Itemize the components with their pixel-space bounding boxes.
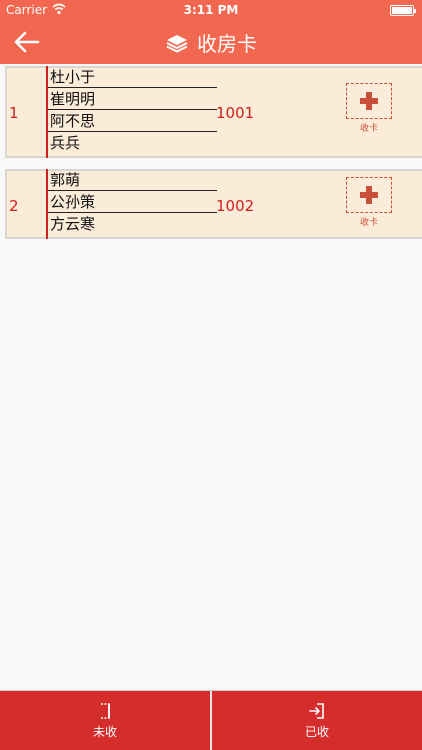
book-stack-icon bbox=[166, 35, 188, 53]
guest-list: 杜小于 崔明明 阿不思 兵兵 bbox=[48, 66, 217, 154]
guest-name: 杜小于 bbox=[48, 66, 217, 88]
guest-name: 公孙策 bbox=[48, 191, 217, 213]
guest-name: 郭萌 bbox=[48, 169, 217, 191]
receive-box bbox=[346, 83, 392, 119]
guest-name: 崔明明 bbox=[48, 88, 217, 110]
receive-card-label: 收卡 bbox=[359, 218, 378, 228]
tab-bar: 未收 已收 bbox=[0, 690, 422, 750]
plus-icon bbox=[360, 92, 378, 110]
guest-name: 阿不思 bbox=[48, 110, 217, 132]
receive-box bbox=[346, 177, 392, 213]
tab-not-received[interactable]: 未收 bbox=[0, 691, 210, 750]
battery-fill bbox=[392, 7, 412, 14]
tab-received[interactable]: 已收 bbox=[212, 691, 422, 750]
status-bar: Carrier 3:11 PM bbox=[0, 0, 422, 20]
page-title: 收房卡 bbox=[197, 31, 257, 56]
guest-name: 方云寒 bbox=[50, 215, 96, 233]
nav-bar: 收房卡 bbox=[0, 20, 422, 64]
receive-card-button[interactable]: 收卡 bbox=[344, 83, 394, 134]
clock: 3:11 PM bbox=[183, 3, 239, 17]
battery-icon bbox=[390, 5, 416, 16]
nav-title-group: 收房卡 bbox=[0, 20, 422, 64]
card-enter-icon bbox=[309, 703, 324, 719]
guest-list: 郭萌 公孙策 方云寒 bbox=[48, 169, 217, 235]
receive-card-label: 收卡 bbox=[359, 124, 378, 134]
room-row: 1 杜小于 崔明明 阿不思 兵兵 1001 收卡 bbox=[5, 66, 422, 158]
room-row: 2 郭萌 公孙策 方云寒 1002 收卡 bbox=[5, 169, 422, 239]
room-number: 1001 bbox=[216, 104, 255, 122]
row-index: 1 bbox=[9, 104, 19, 122]
row-index: 2 bbox=[9, 197, 19, 215]
tab-label: 已收 bbox=[304, 725, 329, 739]
guest-name: 兵兵 bbox=[50, 134, 81, 152]
screen: Carrier 3:11 PM 收房卡 1 杜小于 崔明明 阿不思 兵兵 100… bbox=[0, 0, 422, 750]
receive-card-button[interactable]: 收卡 bbox=[344, 177, 394, 228]
tab-label: 未收 bbox=[92, 725, 117, 739]
room-number: 1002 bbox=[216, 197, 255, 215]
plus-icon bbox=[360, 186, 378, 204]
card-outline-icon bbox=[101, 703, 110, 719]
